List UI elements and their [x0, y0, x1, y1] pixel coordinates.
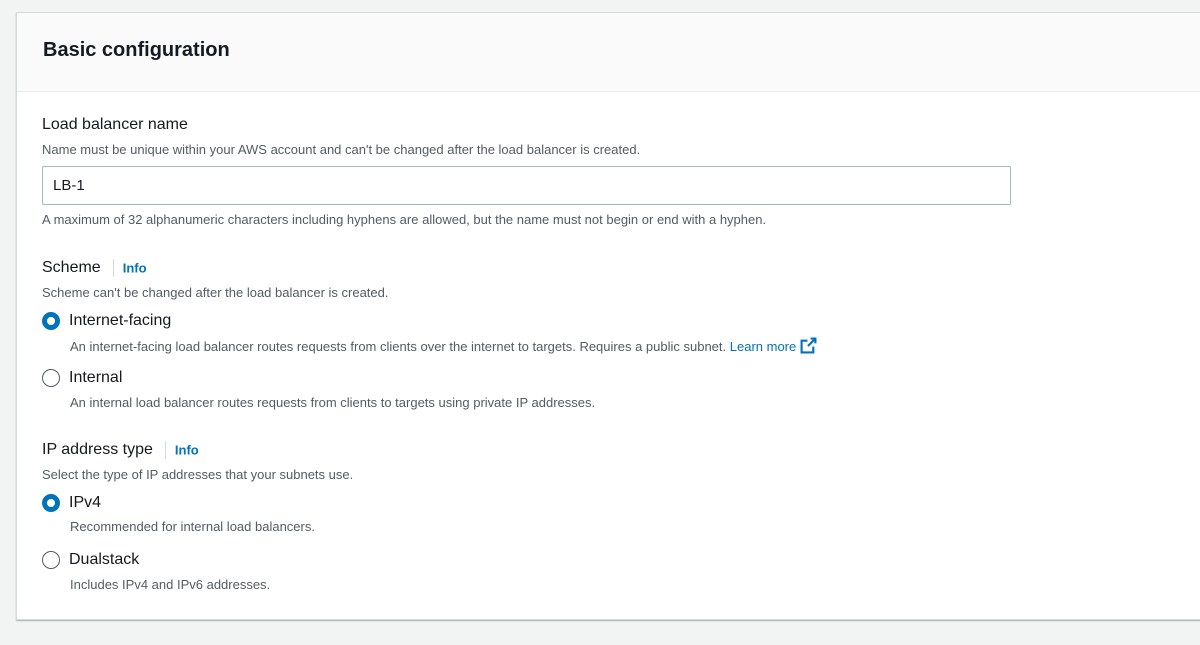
ipv4-description: Recommended for internal load balancers. [70, 519, 315, 534]
ip-option-ipv4[interactable]: IPv4 [42, 493, 101, 513]
external-link-icon [800, 337, 817, 354]
scheme-label: Scheme [42, 259, 101, 276]
scheme-info-link[interactable]: Info [123, 261, 147, 276]
internet-facing-description-text: An internet-facing load balancer routes … [70, 339, 727, 354]
radio-checked-icon[interactable] [42, 494, 60, 512]
dualstack-description: Includes IPv4 and IPv6 addresses. [70, 577, 271, 592]
radio-label-ipv4: IPv4 [69, 494, 102, 511]
radio-checked-icon[interactable] [42, 312, 60, 330]
scheme-description: Scheme can't be changed after the load b… [42, 285, 389, 300]
radio-unchecked-icon[interactable] [42, 551, 60, 569]
load-balancer-name-label: Load balancer name [42, 116, 188, 133]
panel-title: Basic configuration [43, 39, 230, 61]
learn-more-link[interactable]: Learn more [729, 337, 817, 354]
load-balancer-name-description: Name must be unique within your AWS acco… [42, 142, 641, 157]
radio-label-dualstack: Dualstack [69, 551, 140, 568]
ip-option-dualstack[interactable]: Dualstack [42, 550, 139, 570]
scheme-option-internal[interactable]: Internal [42, 368, 122, 388]
radio-unchecked-icon[interactable] [42, 369, 60, 387]
scheme-header: Scheme Info [42, 258, 147, 278]
radio-label-internet-facing: Internet-facing [69, 312, 172, 329]
learn-more-label: Learn more [729, 339, 797, 354]
scheme-option-internet-facing[interactable]: Internet-facing [42, 311, 171, 331]
internet-facing-description: An internet-facing load balancer routes … [70, 337, 817, 355]
ip-address-type-header: IP address type Info [42, 440, 199, 460]
panel-header: Basic configuration [17, 13, 1200, 92]
internal-description: An internal load balancer routes request… [70, 395, 596, 410]
ip-address-type-description: Select the type of IP addresses that you… [42, 467, 354, 482]
load-balancer-name-constraint: A maximum of 32 alphanumeric characters … [42, 212, 767, 227]
ip-address-type-label: IP address type [42, 441, 153, 458]
radio-label-internal: Internal [69, 369, 123, 386]
ip-address-type-info-link[interactable]: Info [175, 443, 199, 458]
info-divider [112, 259, 114, 277]
load-balancer-name-input[interactable] [42, 166, 1011, 205]
info-divider [164, 441, 166, 459]
